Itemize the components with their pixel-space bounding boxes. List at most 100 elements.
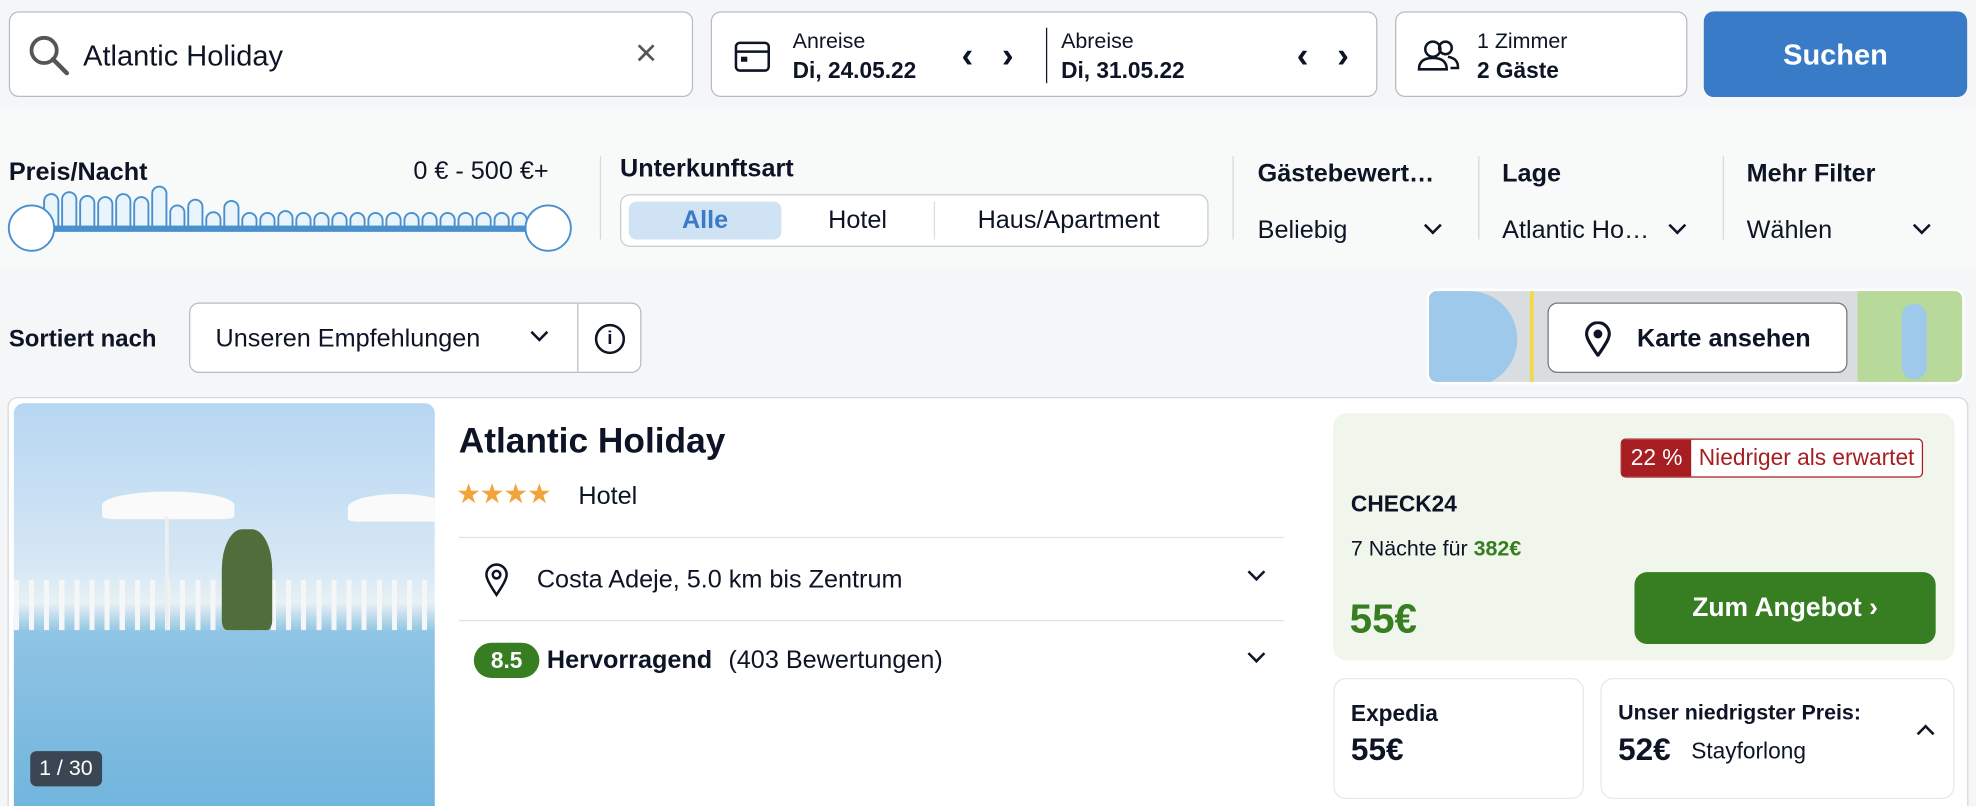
chevron-down-icon xyxy=(1247,645,1266,663)
hotel-name[interactable]: Atlantic Holiday xyxy=(459,421,726,461)
more-filter-select[interactable]: Wählen xyxy=(1746,216,1936,250)
departure-label: Abreise xyxy=(1061,28,1134,53)
score-badge: 8.5 xyxy=(473,642,540,678)
slider-track xyxy=(31,225,549,232)
histogram-bar xyxy=(403,212,420,227)
histogram-bar xyxy=(511,212,528,227)
hotel-location: Costa Adeje, 5.0 km bis Zentrum xyxy=(536,565,903,594)
hotel-type: Hotel xyxy=(578,482,638,511)
histogram-bar xyxy=(223,200,240,227)
more-filter-value: Wählen xyxy=(1746,216,1833,245)
chevron-down-icon xyxy=(1668,216,1687,235)
search-icon xyxy=(29,35,69,76)
histogram-bar xyxy=(295,212,312,227)
histogram-bar xyxy=(421,212,438,227)
histogram-bar xyxy=(313,212,330,227)
type-option-hotel[interactable]: Hotel xyxy=(781,201,936,240)
rating-filter-value: Beliebig xyxy=(1257,216,1348,245)
sort-label: Sortiert nach xyxy=(8,326,157,353)
rating-word: Hervorragend xyxy=(546,646,713,675)
total-price: 382€ xyxy=(1473,536,1522,561)
departure-next-button[interactable]: › xyxy=(1337,35,1349,75)
offer-provider: CHECK24 xyxy=(1350,491,1457,517)
lowest-price-box[interactable]: Unser niedrigster Preis: 52€ Stayforlong xyxy=(1600,677,1955,799)
rating-filter-label: Gästebewert… xyxy=(1257,160,1435,188)
histogram-bar xyxy=(61,191,78,227)
clear-icon[interactable]: × xyxy=(635,33,657,76)
guests-icon xyxy=(1417,40,1460,71)
more-filter-label: Mehr Filter xyxy=(1746,160,1876,188)
nights-text: 7 Nächte für xyxy=(1350,536,1468,561)
map-button[interactable]: Karte ansehen xyxy=(1547,302,1848,374)
map-pin-icon xyxy=(1585,321,1611,357)
histogram-bar xyxy=(493,212,510,227)
rooms-value: 1 Zimmer xyxy=(1476,28,1568,53)
histogram-bar xyxy=(259,212,276,227)
location-pin-icon xyxy=(485,563,508,598)
alt-provider: Expedia xyxy=(1350,700,1438,726)
chevron-down-icon xyxy=(530,323,549,342)
price-slider[interactable] xyxy=(0,176,592,258)
histogram-bar xyxy=(79,195,96,227)
deal-badge: 22 % Niedriger als erwartet xyxy=(1620,438,1924,478)
histogram-bar xyxy=(187,198,204,227)
rating-filter-select[interactable]: Beliebig xyxy=(1257,216,1447,250)
deal-percent: 22 % xyxy=(1621,439,1692,477)
offer-price: 55€ xyxy=(1349,596,1417,642)
search-value: Atlantic Holiday xyxy=(83,39,283,72)
chevron-down-icon xyxy=(1247,563,1266,582)
hotel-card[interactable]: 1 / 30 Atlantic Holiday ★★★★ Hotel Costa… xyxy=(7,396,1969,806)
slider-max-handle[interactable] xyxy=(524,204,572,252)
chevron-up-icon[interactable] xyxy=(1916,724,1935,743)
type-option-apartment[interactable]: Haus/Apartment xyxy=(935,202,1202,240)
histogram-bar xyxy=(205,211,222,227)
chevron-down-icon xyxy=(1423,216,1442,235)
slider-min-handle[interactable] xyxy=(7,204,56,252)
sort-select[interactable]: Unseren Empfehlungen i xyxy=(189,302,642,374)
offer-cta-button[interactable]: Zum Angebot › xyxy=(1634,572,1936,644)
calendar-icon xyxy=(734,41,770,72)
main-offer[interactable]: 22 % Niedriger als erwartet CHECK24 7 Nä… xyxy=(1333,413,1955,661)
histogram-bar xyxy=(169,204,186,227)
offer-total: 7 Nächte für 382€ xyxy=(1351,537,1521,562)
histogram-bar xyxy=(277,210,294,227)
date-picker[interactable]: Anreise Di, 24.05.22 ‹ › Abreise Di, 31.… xyxy=(710,11,1378,98)
departure-value: Di, 31.05.22 xyxy=(1061,57,1185,84)
histogram-bar xyxy=(367,212,384,227)
arrival-value: Di, 24.05.22 xyxy=(792,57,917,84)
histogram-bar xyxy=(439,212,456,227)
departure-prev-button[interactable]: ‹ xyxy=(1297,35,1309,75)
chevron-down-icon xyxy=(1912,216,1931,235)
lowest-price: 52€ xyxy=(1618,732,1671,768)
chevron-right-icon: › xyxy=(1869,593,1878,623)
lowest-price-label: Unser niedrigster Preis: xyxy=(1618,700,1862,725)
location-row[interactable]: Costa Adeje, 5.0 km bis Zentrum xyxy=(459,539,1284,620)
deal-text: Niedriger als erwartet xyxy=(1698,444,1915,471)
alt-offer-expedia[interactable]: Expedia 55€ xyxy=(1333,677,1585,799)
hotel-image[interactable]: 1 / 30 xyxy=(13,403,435,806)
map-button-label: Karte ansehen xyxy=(1636,325,1811,353)
star-rating: ★★★★ xyxy=(456,477,552,510)
histogram-bar xyxy=(457,212,474,227)
histogram-bar xyxy=(475,212,492,227)
search-button[interactable]: Suchen xyxy=(1703,11,1968,98)
histogram-bar xyxy=(385,212,402,227)
map-preview[interactable]: Karte ansehen xyxy=(1426,288,1965,385)
histogram-bar xyxy=(241,212,258,227)
rating-row[interactable]: 8.5 Hervorragend (403 Bewertungen) xyxy=(459,623,1284,699)
info-icon[interactable]: i xyxy=(594,323,626,355)
histogram-bar xyxy=(115,193,132,227)
location-filter-select[interactable]: Atlantic Ho… xyxy=(1502,216,1691,250)
type-option-all[interactable]: Alle xyxy=(628,201,782,240)
arrival-next-button[interactable]: › xyxy=(1002,35,1014,75)
sort-value: Unseren Empfehlungen xyxy=(215,325,481,353)
review-count[interactable]: (403 Bewertungen) xyxy=(728,646,942,675)
arrival-prev-button[interactable]: ‹ xyxy=(962,35,974,75)
search-input[interactable]: Atlantic Holiday × xyxy=(8,11,694,98)
guests-picker[interactable]: 1 Zimmer 2 Gäste xyxy=(1395,11,1688,98)
alt-price: 55€ xyxy=(1350,732,1404,768)
arrival-label: Anreise xyxy=(792,28,866,53)
image-counter: 1 / 30 xyxy=(30,751,102,787)
histogram-bar xyxy=(331,212,348,227)
location-filter-label: Lage xyxy=(1502,160,1561,188)
